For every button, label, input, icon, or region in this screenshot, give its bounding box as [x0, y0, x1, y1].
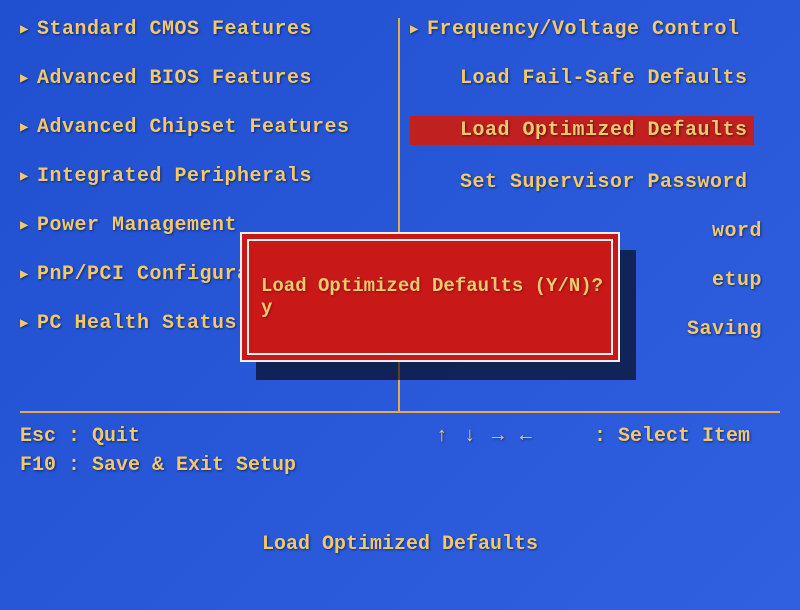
menu-advanced-bios[interactable]: ▶ Advanced BIOS Features [20, 67, 388, 90]
menu-label: etup [712, 269, 762, 292]
triangle-icon: ▶ [20, 70, 29, 87]
help-esc: Esc : Quit [20, 425, 296, 448]
help-area: Esc : Quit F10 : Save & Exit Setup ↑ ↓ →… [20, 413, 780, 477]
menu-load-failsafe[interactable]: Load Fail-Safe Defaults [410, 67, 780, 90]
menu-label: Power Management [37, 214, 237, 237]
menu-standard-cmos[interactable]: ▶ Standard CMOS Features [20, 18, 388, 41]
help-select: ↑ ↓ → ← : Select Item [436, 425, 780, 477]
menu-label: Standard CMOS Features [37, 18, 312, 41]
dialog-inner: Load Optimized Defaults (Y/N)? y [247, 239, 613, 355]
menu-label: Integrated Peripherals [37, 165, 312, 188]
menu-frequency-voltage[interactable]: ▶ Frequency/Voltage Control [410, 18, 780, 41]
footer-message: Load Optimized Defaults [20, 533, 780, 556]
menu-label: Advanced Chipset Features [37, 116, 350, 139]
dialog-message: Load Optimized Defaults (Y/N)? y [261, 275, 611, 319]
menu-supervisor-password[interactable]: Set Supervisor Password [410, 171, 780, 194]
menu-label: PC Health Status [37, 312, 237, 335]
menu-label: Advanced BIOS Features [37, 67, 312, 90]
triangle-icon: ▶ [20, 266, 29, 283]
confirm-dialog[interactable]: Load Optimized Defaults (Y/N)? y [240, 232, 620, 362]
menu-label: Frequency/Voltage Control [427, 18, 740, 41]
menu-label: Load Fail-Safe Defaults [460, 67, 748, 90]
triangle-icon: ▶ [20, 217, 29, 234]
triangle-icon: ▶ [20, 119, 29, 136]
help-f10: F10 : Save & Exit Setup [20, 454, 296, 477]
menu-load-optimized-selected[interactable]: Load Optimized Defaults [410, 116, 780, 145]
menu-advanced-chipset[interactable]: ▶ Advanced Chipset Features [20, 116, 388, 139]
menu-label: PnP/PCI Configura [37, 263, 250, 286]
menu-label: word [712, 220, 762, 243]
triangle-icon: ▶ [410, 21, 419, 38]
help-select-label: : Select Item [594, 425, 750, 448]
menu-label: Saving [687, 318, 762, 341]
menu-label-selected: Load Optimized Defaults [410, 116, 754, 145]
triangle-icon: ▶ [20, 168, 29, 185]
menu-integrated-peripherals[interactable]: ▶ Integrated Peripherals [20, 165, 388, 188]
triangle-icon: ▶ [20, 21, 29, 38]
arrow-icons: ↑ ↓ → ← [436, 425, 534, 448]
menu-label: Set Supervisor Password [460, 171, 748, 194]
triangle-icon: ▶ [20, 315, 29, 332]
